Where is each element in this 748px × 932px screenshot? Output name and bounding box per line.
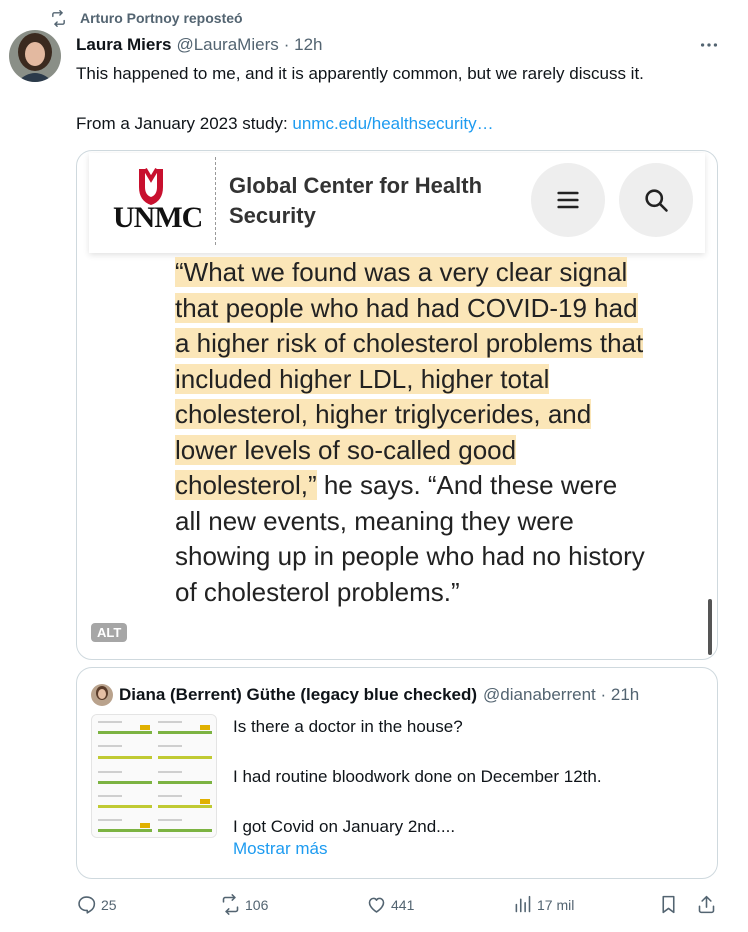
- quoted-author-handle[interactable]: @dianaberrent · 21h: [483, 685, 639, 705]
- repost-icon: [222, 894, 239, 915]
- tweet-text-line1: This happened to me, and it is apparentl…: [76, 64, 644, 83]
- highlighted-quote: “What we found was a very clear signal t…: [175, 257, 644, 500]
- tweet-time[interactable]: · 12h: [284, 35, 323, 55]
- quoted-line3: I got Covid on January 2nd....: [233, 817, 456, 836]
- search-button[interactable]: [619, 163, 693, 237]
- tweet-image[interactable]: UNMC Global Center for Health Security “…: [76, 150, 718, 660]
- tweet-text-prefix: From a January 2023 study:: [76, 114, 293, 133]
- menu-button[interactable]: [531, 163, 605, 237]
- header-divider: [215, 157, 216, 245]
- bookmark-button[interactable]: [658, 894, 683, 915]
- share-icon: [698, 895, 715, 914]
- views-icon: [515, 895, 531, 913]
- repost-icon: [36, 9, 80, 27]
- reply-icon: [78, 896, 96, 914]
- unmc-site-title: Global Center for Health Security: [229, 171, 509, 231]
- author-handle[interactable]: @LauraMiers: [176, 35, 278, 55]
- like-count: 441: [391, 896, 415, 913]
- site-title-line2: Security: [229, 203, 316, 228]
- bookmark-icon: [662, 895, 675, 914]
- tweet-text: This happened to me, and it is apparentl…: [76, 62, 716, 136]
- repost-label: Arturo Portnoy reposteó: [80, 10, 243, 26]
- quoted-avatar[interactable]: [91, 684, 113, 706]
- scrollbar[interactable]: [708, 599, 712, 655]
- menu-icon: [557, 191, 579, 209]
- like-button[interactable]: 441: [366, 894, 414, 915]
- tweet-link[interactable]: unmc.edu/healthsecurity…: [292, 114, 493, 133]
- share-button[interactable]: [696, 894, 721, 915]
- search-icon: [645, 189, 668, 212]
- action-bar: 25 106 441 17 mil: [76, 894, 724, 920]
- unmc-wordmark: UNMC: [113, 201, 203, 234]
- quoted-author-name[interactable]: Diana (Berrent) Güthe (legacy blue check…: [119, 685, 477, 705]
- repost-count: 106: [245, 896, 269, 913]
- repost-button[interactable]: 106: [220, 894, 268, 915]
- show-more-link[interactable]: Mostrar más: [233, 839, 327, 859]
- quoted-tweet[interactable]: Diana (Berrent) Güthe (legacy blue check…: [76, 667, 718, 879]
- quoted-thumbnail[interactable]: [91, 714, 217, 838]
- views-count: 17 mil: [537, 896, 575, 913]
- quoted-text: Is there a doctor in the house? I had ro…: [233, 715, 703, 839]
- like-icon: [368, 897, 385, 913]
- quoted-line2: I had routine bloodwork done on December…: [233, 767, 602, 786]
- reply-button[interactable]: 25: [76, 894, 117, 915]
- author-name[interactable]: Laura Miers: [76, 35, 171, 55]
- reply-count: 25: [101, 896, 117, 913]
- repost-indicator[interactable]: Arturo Portnoy reposteó: [36, 8, 243, 28]
- quoted-line1: Is there a doctor in the house?: [233, 717, 463, 736]
- alt-badge[interactable]: ALT: [91, 623, 128, 642]
- more-icon[interactable]: [698, 34, 720, 61]
- avatar[interactable]: [9, 30, 61, 82]
- tweet-text-line2: From a January 2023 study: unmc.edu/heal…: [76, 112, 716, 136]
- site-title-line1: Global Center for Health: [229, 173, 483, 198]
- views-button[interactable]: 17 mil: [512, 894, 574, 915]
- unmc-header: UNMC Global Center for Health Security: [89, 153, 705, 253]
- article-quote: “What we found was a very clear signal t…: [175, 255, 645, 610]
